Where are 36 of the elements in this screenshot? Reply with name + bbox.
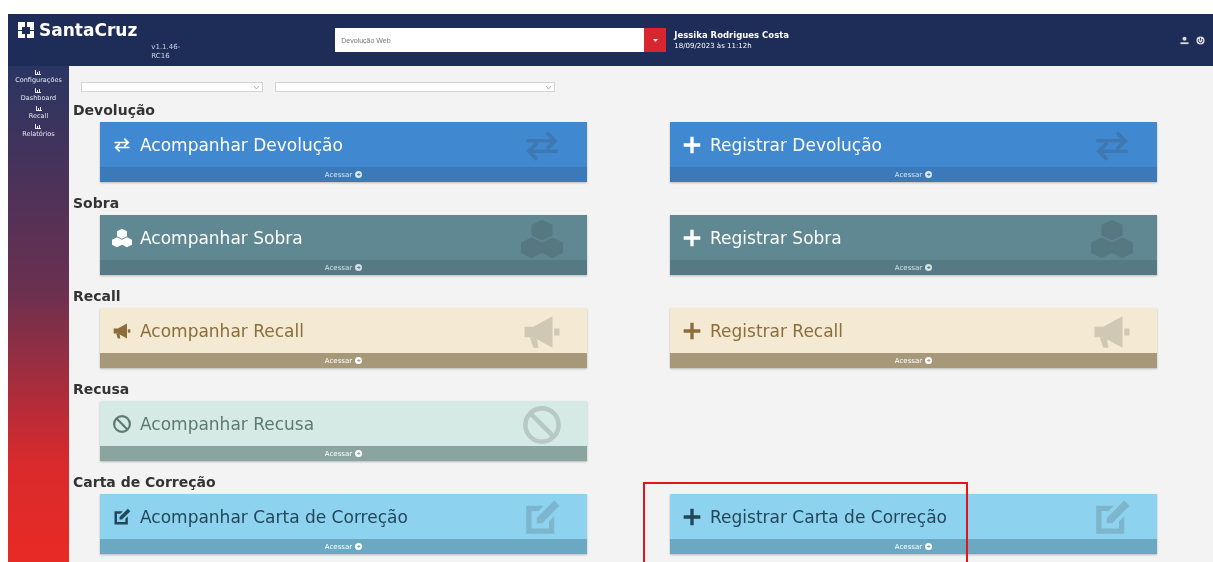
chart-icon: [35, 124, 42, 129]
user-icon[interactable]: [1180, 35, 1189, 45]
arrow-circle-icon: [925, 264, 933, 271]
edit-icon: [112, 506, 132, 527]
plus-icon: [682, 134, 702, 155]
chart-icon: [35, 70, 42, 75]
arrow-circle-icon: [355, 357, 363, 364]
plus-icon: [682, 320, 702, 341]
logo-icon: [18, 22, 34, 38]
plus-icon: [682, 227, 702, 248]
ban-icon: [112, 413, 132, 434]
caret-icon: [652, 38, 658, 42]
plus-icon: [682, 506, 702, 527]
section-heading: Sobra: [73, 194, 121, 213]
chart-icon: [35, 106, 42, 111]
arrow-circle-icon: [355, 171, 363, 178]
arrow-circle-icon: [355, 450, 363, 457]
power-icon[interactable]: [1196, 35, 1205, 45]
section-heading: Recusa: [73, 380, 131, 399]
section-heading: Carta de Correção: [73, 473, 217, 492]
arrow-circle-icon: [925, 357, 933, 364]
select-field[interactable]: [275, 82, 555, 92]
chart-icon: [35, 88, 42, 93]
dropdown-button[interactable]: [644, 28, 667, 52]
user-name: Jessika Rodrigues Costa: [674, 30, 790, 40]
caret-icon: [546, 85, 551, 89]
caret-icon: [254, 85, 259, 89]
section-heading: Devolução: [73, 101, 156, 120]
section-heading: Recall: [73, 287, 122, 306]
arrow-circle-icon: [355, 543, 363, 550]
cubes-icon: [112, 227, 132, 248]
select-field[interactable]: [81, 82, 263, 92]
brand-name: SantaCruz: [39, 20, 138, 40]
arrow-circle-icon: [355, 264, 363, 271]
arrow-circle-icon: [925, 171, 933, 178]
arrow-circle-icon: [925, 543, 933, 550]
